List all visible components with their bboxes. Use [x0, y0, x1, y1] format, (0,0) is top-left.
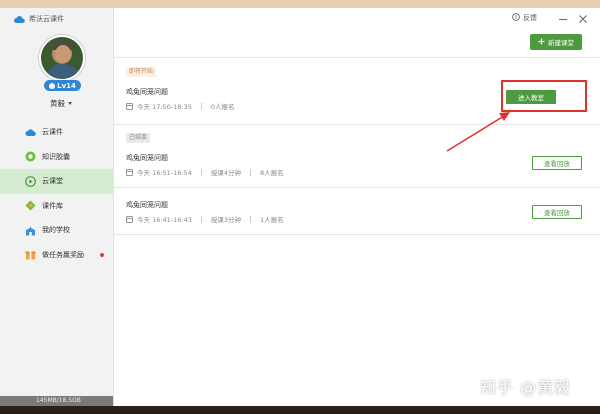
separator	[250, 168, 252, 176]
feedback-label: 反馈	[523, 14, 537, 22]
cloud-doc-icon	[25, 127, 36, 138]
level-badge: Lv14	[44, 80, 81, 91]
sidebar-item-label: 云课堂	[42, 177, 63, 186]
view-replay-button[interactable]: 查看回放	[532, 205, 582, 219]
class-meta: 今天 16:51-16:54 授课4分钟 8人报名	[126, 167, 284, 177]
class-title: 鸡兔同笼问题	[126, 201, 168, 209]
separator	[200, 168, 202, 176]
sidebar-nav: 云课件 知识胶囊 云课堂 课件库 我的学校 做任务赢奖励	[0, 120, 113, 267]
divider	[114, 187, 600, 188]
sidebar-item-my-school[interactable]: 我的学校	[0, 218, 113, 243]
class-duration: 授课4分钟	[210, 169, 242, 177]
user-name: 黄毅	[50, 99, 65, 108]
minimize-icon[interactable]	[558, 14, 568, 24]
sidebar-item-library[interactable]: 课件库	[0, 194, 113, 219]
divider	[114, 234, 600, 235]
view-replay-button[interactable]: 查看回放	[532, 156, 582, 170]
new-class-label: 新建课堂	[548, 39, 574, 47]
sidebar-item-cloud-courseware[interactable]: 云课件	[0, 120, 113, 145]
class-signups: 8人报名	[260, 169, 284, 177]
status-badge-ended: 已结束	[126, 133, 151, 143]
sidebar-item-knowledge-capsule[interactable]: 知识胶囊	[0, 145, 113, 170]
class-title: 鸡兔同笼问题	[126, 88, 168, 96]
class-meta: 今天 16:41-16:43 授课3分钟 1人报名	[126, 214, 284, 224]
sidebar-item-label: 做任务赢奖励	[42, 250, 84, 259]
class-time: 今天 17:50-18:35	[137, 103, 192, 111]
separator	[200, 102, 202, 110]
cloud-logo-icon	[14, 15, 25, 23]
class-time: 今天 16:51-16:54	[137, 169, 192, 177]
class-duration: 授课3分钟	[210, 216, 242, 224]
separator	[250, 215, 252, 223]
calendar-icon	[126, 215, 133, 223]
divider	[114, 124, 600, 125]
level-label: Lv14	[57, 81, 76, 90]
sidebar-item-label: 云课件	[42, 128, 63, 137]
app-brand: 希沃云课件	[14, 14, 64, 24]
class-title: 鸡兔同笼问题	[126, 154, 168, 162]
sidebar-item-label: 课件库	[42, 201, 63, 210]
calendar-icon	[126, 168, 133, 176]
capsule-icon	[25, 151, 36, 162]
close-icon[interactable]	[578, 14, 588, 24]
caret-down-icon	[68, 102, 72, 105]
class-meta: 今天 17:50-18:35 0人报名	[126, 101, 235, 111]
sidebar-item-label: 我的学校	[42, 226, 70, 235]
sidebar-item-tasks-rewards[interactable]: 做任务赢奖励	[0, 243, 113, 268]
feedback-button[interactable]: 反馈	[512, 13, 537, 23]
feedback-icon	[512, 13, 520, 23]
shield-icon	[49, 82, 56, 89]
sidebar: 希沃云课件 Lv14 黄毅 云课件 知识胶囊 云课堂 课件库 我的学校 做任务赢…	[0, 8, 114, 406]
plus-icon	[538, 38, 545, 47]
app-window: 希沃云课件 Lv14 黄毅 云课件 知识胶囊 云课堂 课件库 我的学校 做任务赢…	[0, 8, 600, 406]
class-time: 今天 16:41-16:43	[137, 216, 192, 224]
new-class-button[interactable]: 新建课堂	[530, 34, 582, 50]
sidebar-item-label: 知识胶囊	[42, 152, 70, 161]
storage-usage: 145MB/18.5GB	[0, 396, 113, 406]
diamond-library-icon	[25, 200, 36, 211]
user-menu[interactable]: 黄毅	[50, 98, 72, 109]
notification-dot-icon	[100, 252, 104, 257]
divider	[114, 57, 600, 58]
avatar[interactable]	[39, 35, 85, 81]
highlight-box	[501, 80, 587, 112]
class-signups: 1人报名	[260, 216, 284, 224]
separator	[200, 215, 202, 223]
calendar-icon	[126, 102, 133, 110]
play-circle-icon	[25, 175, 36, 187]
watermark: 知乎 @黄毅	[480, 378, 572, 397]
title-bar: 反馈	[114, 8, 600, 30]
status-badge-upcoming: 即将开始	[126, 67, 157, 77]
class-signups: 0人报名	[210, 103, 235, 111]
gift-icon	[25, 249, 36, 260]
sidebar-item-cloud-classroom[interactable]: 云课堂	[0, 169, 113, 194]
school-icon	[25, 225, 36, 236]
app-title: 希沃云课件	[29, 15, 64, 23]
